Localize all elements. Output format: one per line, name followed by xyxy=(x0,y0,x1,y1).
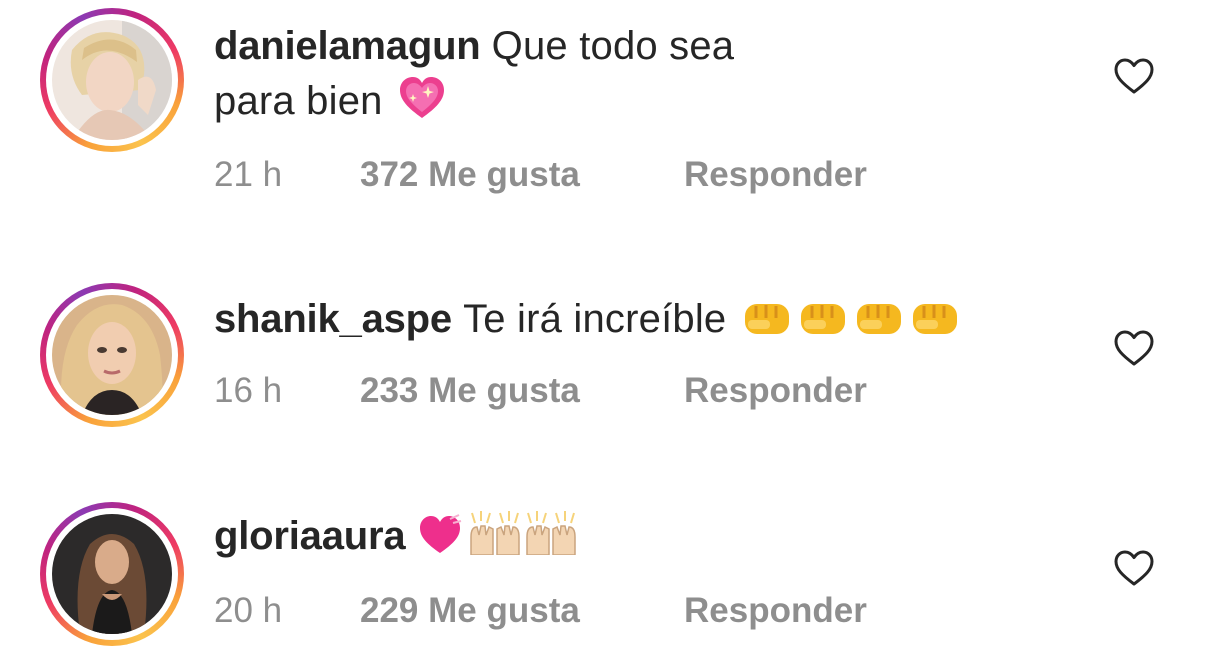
comment-text: shanik_aspe Te irá increíble xyxy=(214,292,1074,353)
comment-body-line2: para bien xyxy=(214,79,383,123)
raising-hands-icon xyxy=(467,511,523,570)
avatar[interactable] xyxy=(52,295,172,415)
avatar-story-ring[interactable] xyxy=(40,283,184,427)
comment-text: danielamagun Que todo sea para bien xyxy=(214,19,1074,135)
comment-item: shanik_aspe Te irá increíble 16 h 233 Me … xyxy=(0,270,1206,430)
comment-timestamp: 16 h xyxy=(214,371,283,410)
avatar-story-ring[interactable] xyxy=(40,502,184,646)
comment-likes-count[interactable]: 233 Me gusta xyxy=(360,371,684,411)
heart-with-ribbon-icon xyxy=(417,513,463,570)
fist-icon xyxy=(910,298,960,353)
reply-button[interactable]: Responder xyxy=(684,155,867,195)
comment-body: Que todo sea xyxy=(491,24,735,68)
comment-body: Te irá increíble xyxy=(463,297,727,341)
comment-item: danielamagun Que todo sea para bien 21 h… xyxy=(0,0,1206,230)
comment-text: gloriaaura xyxy=(214,509,1074,570)
comment-meta: 20 h 229 Me gusta Responder xyxy=(214,591,867,631)
comment-username[interactable]: danielamagun xyxy=(214,24,481,68)
fist-icon xyxy=(798,298,848,353)
heart-outline-icon[interactable] xyxy=(1113,549,1155,587)
fist-icon xyxy=(742,298,792,353)
reply-button[interactable]: Responder xyxy=(684,371,867,411)
comment-username[interactable]: shanik_aspe xyxy=(214,297,452,341)
comment-timestamp: 20 h xyxy=(214,591,283,630)
fist-icon xyxy=(854,298,904,353)
avatar-story-ring[interactable] xyxy=(40,8,184,152)
heart-outline-icon[interactable] xyxy=(1113,329,1155,367)
comment-likes-count[interactable]: 229 Me gusta xyxy=(360,591,684,631)
reply-button[interactable]: Responder xyxy=(684,591,867,631)
comment-meta: 16 h 233 Me gusta Responder xyxy=(214,371,867,411)
avatar[interactable] xyxy=(52,514,172,634)
heart-outline-icon[interactable] xyxy=(1113,57,1155,95)
comment-meta: 21 h 372 Me gusta Responder xyxy=(214,155,867,195)
comment-timestamp: 21 h xyxy=(214,155,283,194)
comment-item: gloriaaura 20 h 229 Me gusta Responder xyxy=(0,490,1206,650)
comment-username[interactable]: gloriaaura xyxy=(214,514,406,558)
comment-likes-count[interactable]: 372 Me gusta xyxy=(360,155,684,195)
raising-hands-icon xyxy=(523,511,579,570)
avatar[interactable] xyxy=(52,20,172,140)
sparkling-heart-icon xyxy=(398,76,446,135)
